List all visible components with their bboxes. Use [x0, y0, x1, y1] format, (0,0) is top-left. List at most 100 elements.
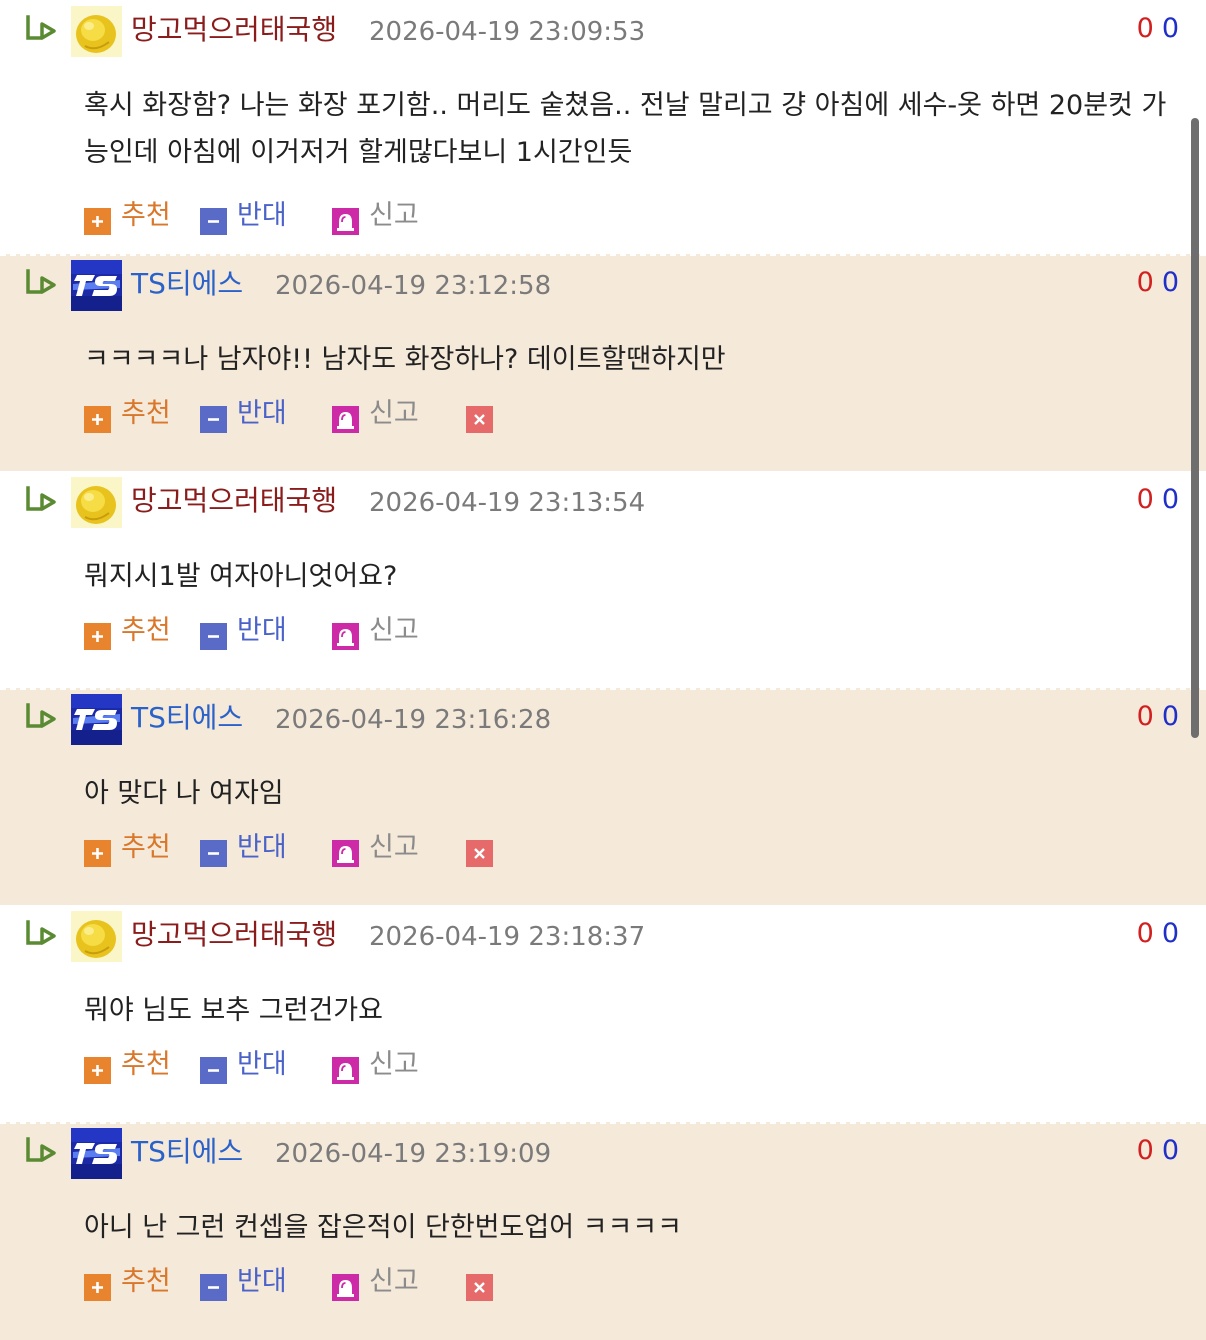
comment-text: 혹시 화장함? 나는 화장 포기함.. 머리도 숱쳤음.. 전날 말리고 걍 아…: [84, 90, 1167, 168]
siren-icon: [332, 1274, 359, 1301]
delete-button[interactable]: [466, 394, 496, 434]
downvote-count: 0: [1161, 13, 1179, 44]
comment-text: 뭐야 님도 보추 그런건가요: [84, 995, 383, 1026]
avatar-ts[interactable]: [71, 260, 122, 311]
recommend-label: 추천: [121, 832, 171, 863]
oppose-button[interactable]: 반대: [200, 1262, 300, 1302]
comment-datetime: 2026-04-19 23:09:53: [369, 17, 646, 47]
delete-button[interactable]: [466, 1262, 496, 1302]
recommend-label: 추천: [121, 1266, 171, 1297]
report-label: 신고: [369, 1049, 419, 1080]
oppose-label: 반대: [237, 1049, 287, 1080]
comment-item: 망고먹으러태국행 2026-04-19 23:18:37 00 뭐야 님도 보추…: [0, 905, 1206, 1122]
siren-icon: [332, 840, 359, 867]
oppose-label: 반대: [237, 398, 287, 429]
oppose-label: 반대: [237, 200, 287, 231]
reply-arrow-icon: [26, 920, 56, 945]
scrollbar[interactable]: [1191, 118, 1199, 738]
report-button[interactable]: 신고: [332, 1045, 432, 1085]
comment-author[interactable]: TS티에스: [131, 698, 243, 738]
oppose-button[interactable]: 반대: [200, 394, 300, 434]
comment-author[interactable]: 망고먹으러태국행: [131, 915, 337, 955]
siren-icon: [332, 623, 359, 650]
comment-actions: 추천 반대 신고: [84, 611, 684, 651]
minus-icon: [200, 1057, 227, 1084]
avatar-mango[interactable]: [71, 477, 122, 528]
comment-item: 망고먹으러태국행 2026-04-19 23:13:54 00 뭐지시1발 여자…: [0, 471, 1206, 688]
comment-actions: 추천 반대 신고: [84, 1045, 684, 1085]
comment-actions: 추천 반대 신고: [84, 1262, 684, 1302]
report-button[interactable]: 신고: [332, 1262, 432, 1302]
comment-datetime: 2026-04-19 23:19:09: [275, 1139, 552, 1169]
comment-text: 아 맞다 나 여자임: [84, 778, 284, 809]
comment-text: ㅋㅋㅋㅋ나 남자야!! 남자도 화장하나? 데이트할땐하지만: [84, 344, 726, 375]
avatar-mango[interactable]: [71, 6, 122, 57]
minus-icon: [200, 1274, 227, 1301]
comment-score: 00: [1137, 10, 1179, 48]
recommend-label: 추천: [121, 398, 171, 429]
downvote-count: 0: [1161, 484, 1179, 515]
recommend-label: 추천: [121, 200, 171, 231]
recommend-button[interactable]: 추천: [84, 1045, 184, 1085]
plus-icon: [84, 406, 111, 433]
upvote-count: 0: [1136, 1135, 1154, 1166]
downvote-count: 0: [1161, 701, 1179, 732]
plus-icon: [84, 1274, 111, 1301]
comment-text: 뭐지시1발 여자아니엇어요?: [84, 561, 398, 592]
downvote-count: 0: [1161, 1135, 1179, 1166]
comment-item: TS티에스 2026-04-19 23:12:58 00 ㅋㅋㅋㅋ나 남자야!!…: [0, 254, 1206, 471]
recommend-button[interactable]: 추천: [84, 611, 184, 651]
comment-item: TS티에스 2026-04-19 23:19:09 00 아니 난 그런 컨셉을…: [0, 1122, 1206, 1340]
report-label: 신고: [369, 615, 419, 646]
comment-text: 아니 난 그런 컨셉을 잡은적이 단한번도업어 ㅋㅋㅋㅋ: [84, 1212, 682, 1243]
recommend-label: 추천: [121, 615, 171, 646]
oppose-label: 반대: [237, 832, 287, 863]
oppose-label: 반대: [237, 615, 287, 646]
recommend-button[interactable]: 추천: [84, 196, 184, 236]
oppose-button[interactable]: 반대: [200, 828, 300, 868]
recommend-button[interactable]: 추천: [84, 828, 184, 868]
comment-actions: 추천 반대 신고: [84, 828, 684, 868]
plus-icon: [84, 840, 111, 867]
comment-datetime: 2026-04-19 23:18:37: [369, 922, 646, 952]
comment-author[interactable]: TS티에스: [131, 1132, 243, 1172]
avatar-mango[interactable]: [71, 911, 122, 962]
report-button[interactable]: 신고: [332, 196, 432, 236]
comment-datetime: 2026-04-19 23:12:58: [275, 271, 552, 301]
plus-icon: [84, 208, 111, 235]
oppose-button[interactable]: 반대: [200, 1045, 300, 1085]
report-button[interactable]: 신고: [332, 611, 432, 651]
comment-author[interactable]: TS티에스: [131, 264, 243, 304]
upvote-count: 0: [1136, 267, 1154, 298]
report-button[interactable]: 신고: [332, 394, 432, 434]
recommend-button[interactable]: 추천: [84, 394, 184, 434]
delete-button[interactable]: [466, 828, 496, 868]
comment-author[interactable]: 망고먹으러태국행: [131, 481, 337, 521]
upvote-count: 0: [1136, 918, 1154, 949]
comment-datetime: 2026-04-19 23:13:54: [369, 488, 646, 518]
recommend-button[interactable]: 추천: [84, 1262, 184, 1302]
comment-item: 망고먹으러태국행 2026-04-19 23:09:53 00 혹시 화장함? …: [0, 0, 1206, 254]
comment-datetime: 2026-04-19 23:16:28: [275, 705, 552, 735]
oppose-label: 반대: [237, 1266, 287, 1297]
avatar-ts[interactable]: [71, 694, 122, 745]
comment-list: 망고먹으러태국행 2026-04-19 23:09:53 00 혹시 화장함? …: [0, 0, 1206, 1340]
comment-score: 00: [1137, 481, 1179, 519]
report-label: 신고: [369, 200, 419, 231]
comment-author[interactable]: 망고먹으러태국행: [131, 10, 337, 50]
plus-icon: [84, 623, 111, 650]
oppose-button[interactable]: 반대: [200, 196, 300, 236]
reply-arrow-icon: [26, 15, 56, 40]
close-icon: [466, 406, 493, 433]
avatar-ts[interactable]: [71, 1128, 122, 1179]
report-label: 신고: [369, 1266, 419, 1297]
upvote-count: 0: [1136, 701, 1154, 732]
oppose-button[interactable]: 반대: [200, 611, 300, 651]
siren-icon: [332, 406, 359, 433]
report-label: 신고: [369, 832, 419, 863]
minus-icon: [200, 623, 227, 650]
upvote-count: 0: [1136, 484, 1154, 515]
reply-arrow-icon: [26, 269, 56, 294]
report-button[interactable]: 신고: [332, 828, 432, 868]
reply-arrow-icon: [26, 703, 56, 728]
